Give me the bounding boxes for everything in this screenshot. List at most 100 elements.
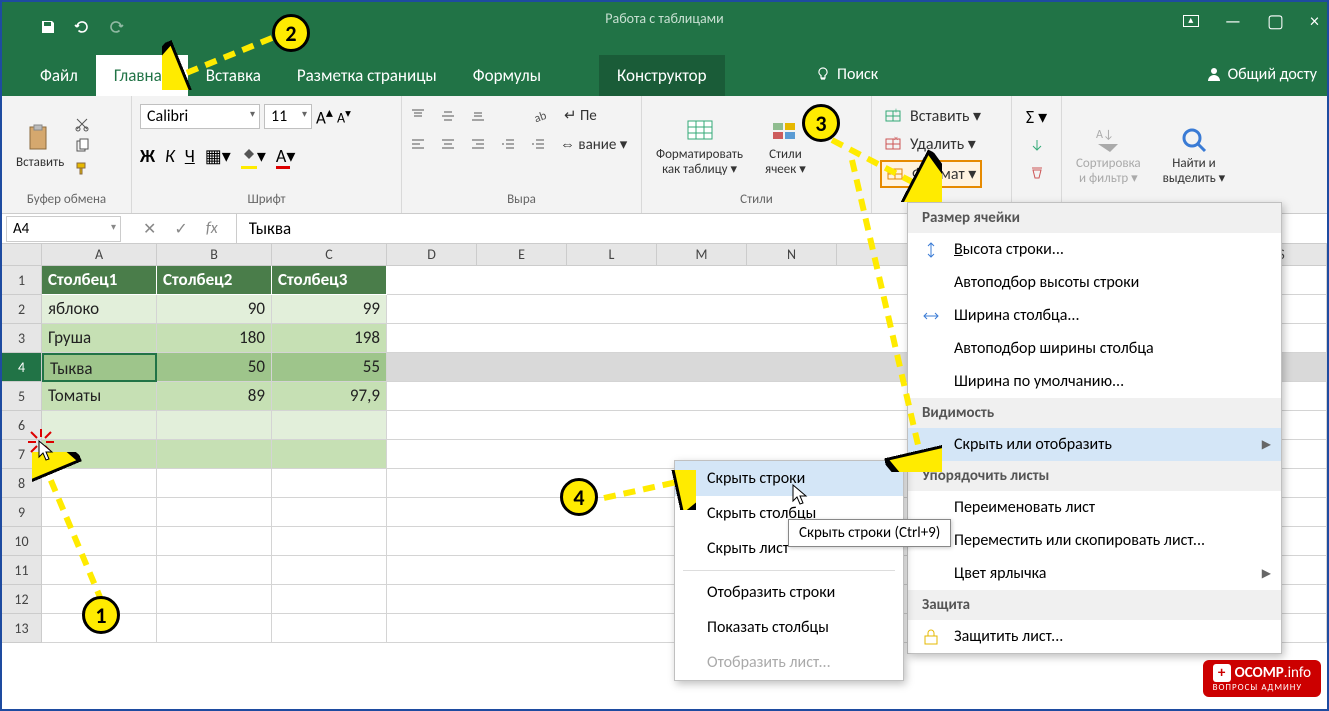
cell[interactable] xyxy=(272,411,387,440)
tab-insert[interactable]: Вставка xyxy=(188,55,279,96)
cell[interactable]: 55 xyxy=(272,353,387,382)
cell[interactable] xyxy=(157,556,272,585)
submenu-show-rows[interactable]: Отобразить строки xyxy=(675,575,903,610)
cell[interactable]: 198 xyxy=(272,324,387,353)
tab-file[interactable]: Файл xyxy=(22,55,96,96)
menu-row-height[interactable]: ВВысота строки...ысота строки... xyxy=(908,233,1281,266)
borders-icon[interactable]: ▦▾ xyxy=(205,145,231,167)
tab-formulas[interactable]: Формулы xyxy=(455,55,559,96)
cell[interactable] xyxy=(42,440,157,469)
cell[interactable] xyxy=(272,469,387,498)
cut-icon[interactable] xyxy=(74,116,90,132)
col-header[interactable]: N xyxy=(747,244,837,266)
delete-cells-button[interactable]: ×Удалить ▾ xyxy=(880,132,980,156)
submenu-show-cols[interactable]: Показать столбцы xyxy=(675,610,903,645)
menu-col-width[interactable]: Ширина столбца... xyxy=(908,299,1281,332)
name-box[interactable]: A4 xyxy=(6,216,121,242)
cell[interactable]: 50 xyxy=(157,353,272,382)
redo-icon[interactable] xyxy=(108,19,124,35)
row-header[interactable]: 1 xyxy=(2,266,42,295)
cell[interactable] xyxy=(157,411,272,440)
cell[interactable]: Томаты xyxy=(42,382,157,411)
menu-rename-sheet[interactable]: Переименовать лист xyxy=(908,491,1281,524)
cell[interactable]: яблоко xyxy=(42,295,157,324)
format-painter-icon[interactable] xyxy=(74,160,90,176)
cell[interactable] xyxy=(272,556,387,585)
align-center-icon[interactable] xyxy=(440,137,456,153)
menu-default-width[interactable]: Ширина по умолчанию... xyxy=(908,365,1281,398)
row-header[interactable]: 12 xyxy=(2,585,42,614)
tab-page-layout[interactable]: Разметка страницы xyxy=(279,55,455,96)
table-header-cell[interactable]: Столбец3 xyxy=(272,266,387,295)
cell[interactable]: 180 xyxy=(157,324,272,353)
cell[interactable] xyxy=(42,556,157,585)
minimize-icon[interactable]: — xyxy=(1225,10,1241,32)
cell[interactable]: 89 xyxy=(157,382,272,411)
clear-icon[interactable] xyxy=(1029,164,1045,180)
fill-color-icon[interactable]: ▾ xyxy=(241,145,266,167)
cell[interactable]: 90 xyxy=(157,295,272,324)
cell[interactable] xyxy=(157,527,272,556)
fill-icon[interactable] xyxy=(1029,138,1045,154)
menu-hide-unhide[interactable]: Скрыть или отобразить▶ xyxy=(908,428,1281,461)
align-middle-icon[interactable] xyxy=(440,108,456,124)
table-header-cell[interactable]: Столбец2 xyxy=(157,266,272,295)
row-header[interactable]: 3 xyxy=(2,324,42,353)
table-header-cell[interactable]: Столбец1 xyxy=(42,266,157,295)
row-header[interactable]: 4 xyxy=(2,353,42,382)
copy-icon[interactable] xyxy=(74,138,90,154)
col-header[interactable]: E xyxy=(477,244,567,266)
row-header[interactable]: 10 xyxy=(2,527,42,556)
cell[interactable]: 99 xyxy=(272,295,387,324)
cell[interactable] xyxy=(42,498,157,527)
indent-dec-icon[interactable] xyxy=(500,137,516,153)
cell[interactable] xyxy=(272,527,387,556)
menu-autofit-col[interactable]: Автоподбор ширины столбца xyxy=(908,332,1281,365)
row-header[interactable]: 11 xyxy=(2,556,42,585)
format-as-table-button[interactable]: Форматировать как таблицу ▾ xyxy=(650,113,749,179)
fx-icon[interactable]: fx xyxy=(206,219,218,238)
col-header[interactable]: C xyxy=(272,244,387,266)
format-cells-button[interactable]: Формат ▾ xyxy=(880,160,982,188)
underline-button[interactable]: Ч xyxy=(185,145,195,167)
tab-design[interactable]: Конструктор xyxy=(599,55,725,96)
row-header[interactable]: 2 xyxy=(2,295,42,324)
row-header[interactable]: 8 xyxy=(2,469,42,498)
cell[interactable]: Груша xyxy=(42,324,157,353)
enter-icon[interactable]: ✓ xyxy=(174,219,187,239)
cell[interactable]: 97,9 xyxy=(272,382,387,411)
merge-button[interactable]: ⇔ вание ▾ xyxy=(560,135,627,154)
cell[interactable]: Тыква xyxy=(42,353,157,382)
select-all-corner[interactable] xyxy=(2,244,42,266)
wrap-text-button[interactable]: ↵ Пе xyxy=(564,106,597,125)
font-color-icon[interactable]: A▾ xyxy=(276,145,295,167)
share-button[interactable]: Общий досту xyxy=(1206,52,1317,96)
sort-filter-button[interactable]: А↓ Сортировка и фильтр ▾ xyxy=(1070,122,1147,188)
cell[interactable] xyxy=(157,469,272,498)
align-bottom-icon[interactable] xyxy=(470,108,486,124)
increase-font-icon[interactable]: A▴ xyxy=(316,104,333,129)
bold-button[interactable]: Ж xyxy=(140,145,155,167)
cell[interactable] xyxy=(272,585,387,614)
submenu-hide-rows[interactable]: Скрыть строки xyxy=(675,461,903,496)
align-left-icon[interactable] xyxy=(410,137,426,153)
find-select-button[interactable]: Найти и выделить ▾ xyxy=(1157,122,1232,188)
tell-me-search[interactable]: Поиск xyxy=(815,52,878,96)
col-header[interactable]: M xyxy=(657,244,747,266)
menu-protect-sheet[interactable]: Защитить лист... xyxy=(908,620,1281,653)
font-name-select[interactable]: Calibri xyxy=(140,104,260,129)
cell[interactable] xyxy=(157,440,272,469)
cell[interactable] xyxy=(157,498,272,527)
cell[interactable] xyxy=(272,440,387,469)
col-header[interactable]: B xyxy=(157,244,272,266)
menu-tab-color[interactable]: Цвет ярлычка▶ xyxy=(908,557,1281,590)
tab-home[interactable]: Главная xyxy=(96,55,188,96)
paste-button[interactable]: Вставить xyxy=(10,121,70,172)
decrease-font-icon[interactable]: A▾ xyxy=(337,106,351,127)
insert-cells-button[interactable]: +Вставить ▾ xyxy=(880,104,985,128)
cancel-icon[interactable]: ✕ xyxy=(143,219,156,239)
autosum-icon[interactable]: Σ ▾ xyxy=(1026,106,1047,128)
save-icon[interactable] xyxy=(40,19,56,35)
cell[interactable] xyxy=(42,411,157,440)
indent-inc-icon[interactable] xyxy=(530,137,546,153)
